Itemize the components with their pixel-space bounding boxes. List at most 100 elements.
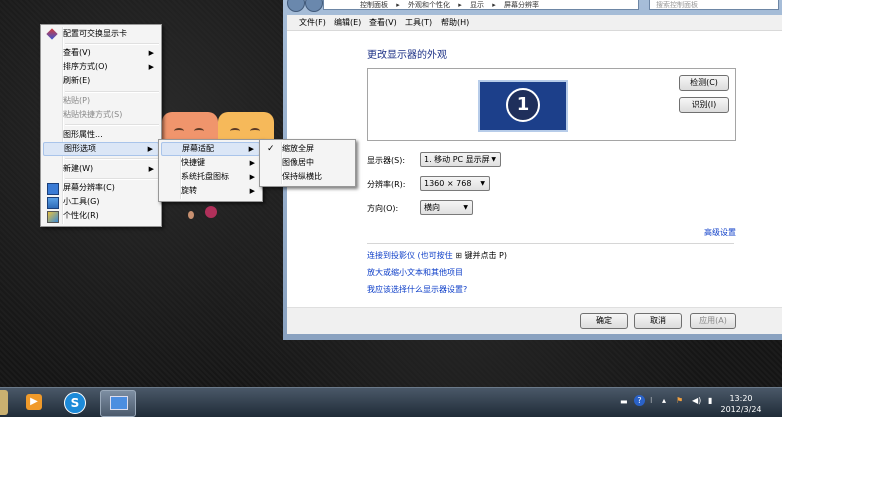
breadcrumb-item[interactable]: 外观和个性化 — [408, 1, 450, 9]
monitor-number: 1 — [506, 88, 540, 122]
help-link[interactable]: 我应该选择什么显示器设置? — [367, 284, 467, 295]
chevron-right-icon: ▶ — [148, 63, 154, 71]
menu-item-rotation[interactable]: 旋转 ▶ — [161, 184, 260, 198]
divider — [367, 243, 734, 244]
menu-item-label: 新建(W) — [63, 164, 94, 173]
breadcrumb-item[interactable]: 屏幕分辨率 — [504, 1, 539, 9]
volume-icon[interactable]: ◀) — [692, 396, 701, 405]
show-hidden-icons[interactable]: ▴ — [662, 396, 666, 405]
gadgets-icon — [47, 197, 59, 209]
detect-button[interactable]: 检测(C) — [679, 75, 729, 91]
resolution-select[interactable]: 1360 × 768 ▼ — [420, 176, 490, 191]
menu-item-label: 刷新(E) — [63, 76, 91, 85]
orientation-select-value: 横向 — [424, 203, 440, 212]
menu-item-label: 配置可交换显示卡 — [63, 29, 127, 38]
projector-link-suffix: 键并点击 P) — [464, 251, 507, 260]
menu-item-switchable-graphics[interactable]: 配置可交换显示卡 — [43, 27, 159, 41]
chevron-down-icon: ▼ — [480, 180, 485, 187]
menu-item-center-image[interactable]: 图像居中 — [262, 156, 353, 170]
menu-item-screen-fit[interactable]: 屏幕适配 ▶ — [161, 142, 260, 156]
monitor-icon[interactable]: 1 — [478, 80, 568, 132]
apply-button[interactable]: 应用(A) — [690, 313, 736, 329]
security-icon[interactable]: ⚑ — [676, 396, 683, 405]
menu-item-paste-shortcut[interactable]: 粘贴快捷方式(S) — [43, 108, 159, 122]
menu-item-sort-by[interactable]: 排序方式(O) ▶ — [43, 60, 159, 74]
menu-item-paste[interactable]: 粘贴(P) — [43, 94, 159, 108]
menu-item-label: 旋转 — [181, 186, 197, 195]
chevron-right-icon: ▶ — [148, 49, 154, 57]
help-icon[interactable]: ? — [634, 395, 645, 406]
address-bar[interactable]: 控制面板 ▸ 外观和个性化 ▸ 显示 ▸ 屏幕分辨率 — [323, 0, 639, 10]
menu-item-hotkeys[interactable]: 快捷键 ▶ — [161, 156, 260, 170]
wallpaper-decoration — [205, 206, 217, 218]
clock-time: 13:20 — [729, 394, 753, 403]
control-panel-taskbar-icon[interactable] — [100, 390, 136, 417]
menu-item-tray-icon[interactable]: 系统托盘图标 ▶ — [161, 170, 260, 184]
search-input[interactable]: 搜索控制面板 — [649, 0, 779, 10]
orientation-label: 方向(O): — [367, 204, 399, 213]
menu-item-screen-resolution[interactable]: 屏幕分辨率(C) — [43, 181, 159, 195]
menu-item-view[interactable]: 查看(V) ▶ — [43, 46, 159, 60]
display-select[interactable]: 1. 移动 PC 显示屏 ▼ — [420, 152, 501, 167]
menu-item-full-screen[interactable]: ✓ 缩放全屏 — [262, 142, 353, 156]
chevron-right-icon: ▶ — [248, 145, 254, 153]
menu-file[interactable]: 文件(F) — [299, 17, 326, 28]
display-select-value: 1. 移动 PC 显示屏 — [424, 155, 490, 164]
advanced-settings-link[interactable]: 高级设置 — [704, 227, 736, 238]
signal-icon[interactable]: ▮ — [708, 396, 712, 405]
menu-item-refresh[interactable]: 刷新(E) — [43, 74, 159, 88]
chevron-right-icon: ▶ — [147, 145, 153, 153]
projector-link[interactable]: 连接到投影仪 (也可按住 ⊞ 键并点击 P) — [367, 250, 507, 261]
menu-item-label: 粘贴快捷方式(S) — [63, 110, 123, 119]
menu-item-label: 排序方式(O) — [63, 62, 108, 71]
menu-item-personalize[interactable]: 个性化(R) — [43, 209, 159, 223]
chevron-right-icon: ▶ — [249, 187, 255, 195]
menu-separator — [65, 91, 159, 93]
system-clock[interactable]: 13:20 2012/3/24 — [716, 393, 766, 415]
identify-button[interactable]: 识别(I) — [679, 97, 729, 113]
menu-item-label: 小工具(G) — [63, 197, 100, 206]
screen-fit-submenu: ✓ 缩放全屏 图像居中 保持纵横比 — [259, 139, 356, 187]
breadcrumb-item[interactable]: 显示 — [470, 1, 484, 9]
menu-item-label: 图像居中 — [282, 158, 314, 167]
menu-edit[interactable]: 编辑(E) — [334, 17, 361, 28]
menu-item-label: 屏幕适配 — [182, 144, 214, 153]
menu-item-label: 粘贴(P) — [63, 96, 91, 105]
folder-taskbar-icon[interactable] — [0, 390, 8, 415]
connection-icon[interactable]: ⁝ — [650, 396, 653, 405]
desktop[interactable]: 控制面板 ▸ 外观和个性化 ▸ 显示 ▸ 屏幕分辨率 搜索控制面板 文件(F) … — [0, 0, 782, 417]
menu-item-keep-aspect-ratio[interactable]: 保持纵横比 — [262, 170, 353, 184]
chevron-right-icon: ▶ — [249, 159, 255, 167]
clock-date: 2012/3/24 — [720, 405, 762, 414]
menu-item-label: 图形属性... — [63, 130, 103, 139]
network-icon[interactable]: ▬ — [620, 397, 628, 406]
resolution-label: 分辨率(R): — [367, 180, 406, 189]
display-label: 显示器(S): — [367, 156, 406, 165]
menu-item-graphics-properties[interactable]: 图形属性... — [43, 128, 159, 142]
projector-link-text: 连接到投影仪 (也可按住 — [367, 251, 453, 260]
menu-item-new[interactable]: 新建(W) ▶ — [43, 162, 159, 176]
orientation-select[interactable]: 横向 ▼ — [420, 200, 473, 215]
menu-item-gadgets[interactable]: 小工具(G) — [43, 195, 159, 209]
menu-item-label: 屏幕分辨率(C) — [63, 183, 115, 192]
menu-item-graphics-options[interactable]: 图形选项 ▶ — [43, 142, 159, 156]
browser-taskbar-icon[interactable]: S — [58, 390, 90, 415]
menu-separator — [65, 43, 159, 45]
cancel-button[interactable]: 取消 — [634, 313, 682, 329]
graphics-card-icon — [46, 28, 58, 40]
menu-item-label: 快捷键 — [181, 158, 205, 167]
menu-view[interactable]: 查看(V) — [369, 17, 397, 28]
screen-resolution-icon — [47, 183, 59, 195]
menu-help[interactable]: 帮助(H) — [441, 17, 469, 28]
desktop-context-menu: 配置可交换显示卡 查看(V) ▶ 排序方式(O) ▶ 刷新(E) 粘贴(P) 粘贴快… — [40, 24, 162, 227]
menu-item-label: 保持纵横比 — [282, 172, 322, 181]
chevron-down-icon: ▼ — [491, 156, 496, 163]
menu-tools[interactable]: 工具(T) — [405, 17, 432, 28]
text-size-link[interactable]: 放大或缩小文本和其他项目 — [367, 267, 463, 278]
menu-item-label: 查看(V) — [63, 48, 91, 57]
screen-resolution-window: 控制面板 ▸ 外观和个性化 ▸ 显示 ▸ 屏幕分辨率 搜索控制面板 文件(F) … — [283, 0, 782, 340]
media-player-taskbar-icon[interactable]: ▶ — [18, 390, 48, 415]
ok-button[interactable]: 确定 — [580, 313, 628, 329]
checkmark-icon: ✓ — [267, 144, 275, 154]
breadcrumb-item[interactable]: 控制面板 — [360, 1, 388, 9]
